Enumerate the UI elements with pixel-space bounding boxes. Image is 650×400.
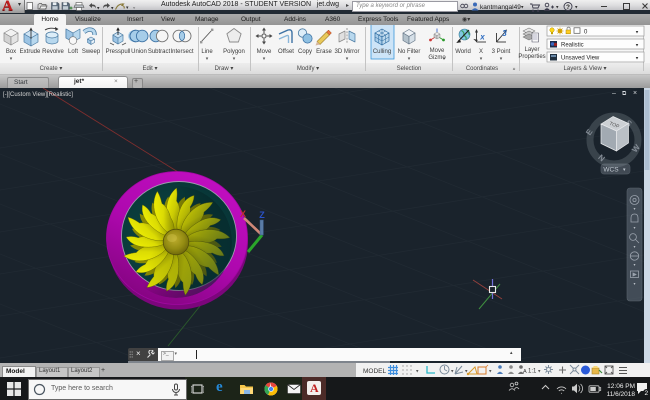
svg-text:▾: ▾	[263, 56, 266, 62]
svg-text:▾: ▾	[633, 244, 635, 249]
svg-text:Edit ▾: Edit ▾	[142, 66, 157, 72]
svg-text:▾: ▾	[346, 56, 349, 62]
svg-text:▾: ▾	[233, 56, 236, 62]
svg-text:12:06 PM: 12:06 PM	[607, 383, 635, 390]
svg-text:Offset: Offset	[278, 49, 294, 55]
svg-text:▾: ▾	[556, 5, 559, 11]
svg-text:Z: Z	[259, 210, 265, 220]
svg-text:▾: ▾	[416, 369, 419, 375]
svg-text:MODEL: MODEL	[363, 368, 387, 375]
svg-text:▾: ▾	[500, 56, 503, 62]
svg-text:A: A	[523, 369, 527, 375]
svg-text:2: 2	[645, 390, 649, 397]
svg-text:Modify ▾: Modify ▾	[297, 66, 319, 72]
svg-text:kantmangal49: kantmangal49	[480, 4, 521, 11]
svg-text:▾: ▾	[633, 206, 635, 211]
svg-text:11/6/2018: 11/6/2018	[607, 391, 636, 398]
svg-text:▾: ▾	[575, 5, 578, 11]
svg-text:Move: Move	[257, 49, 272, 55]
svg-text:Sweep: Sweep	[82, 49, 101, 55]
svg-text:X: X	[240, 209, 246, 219]
svg-text:Draw ▾: Draw ▾	[215, 66, 234, 72]
svg-text:Revolve: Revolve	[42, 49, 64, 55]
svg-text:▾: ▾	[10, 56, 13, 62]
svg-text:Box: Box	[6, 49, 16, 55]
svg-text:World: World	[455, 49, 471, 55]
svg-text:1:1: 1:1	[528, 369, 537, 375]
svg-text:Coordinates: Coordinates	[466, 66, 498, 72]
svg-text:Subtract: Subtract	[148, 49, 171, 55]
svg-text:Copy: Copy	[298, 49, 312, 55]
svg-text:▾: ▾	[633, 262, 635, 267]
svg-text:▾: ▾	[538, 369, 541, 375]
svg-text:WCS: WCS	[603, 167, 619, 174]
svg-text:▾: ▾	[206, 56, 209, 62]
svg-text:Loft: Loft	[68, 49, 78, 55]
svg-text:Layer: Layer	[524, 47, 539, 53]
svg-text:Realistic: Realistic	[561, 43, 584, 49]
svg-text:▾: ▾	[451, 369, 454, 375]
svg-text:Properties: Properties	[518, 54, 545, 60]
svg-text:Culling: Culling	[373, 49, 391, 55]
svg-text:Layers & View ▾: Layers & View ▾	[564, 66, 607, 72]
svg-text:3 Point: 3 Point	[492, 49, 511, 55]
svg-text:x: x	[479, 33, 485, 42]
svg-text:»: »	[513, 67, 516, 73]
svg-text:?: ?	[566, 4, 570, 11]
svg-text:Intersect: Intersect	[170, 49, 193, 55]
svg-text:Polygon: Polygon	[223, 49, 245, 55]
svg-text:X: X	[479, 49, 483, 55]
svg-text:▾: ▾	[489, 369, 492, 375]
svg-text:▾: ▾	[633, 281, 635, 286]
svg-text:Union: Union	[131, 49, 147, 55]
svg-text:No Filter: No Filter	[398, 49, 421, 55]
svg-text:Selection: Selection	[397, 66, 422, 72]
svg-text:▾: ▾	[408, 56, 411, 62]
svg-text:Presspull: Presspull	[106, 49, 131, 55]
svg-text:Extrude: Extrude	[20, 49, 41, 55]
svg-text:▾: ▾	[480, 56, 483, 62]
svg-text:3: 3	[502, 29, 507, 38]
svg-text:Line: Line	[201, 49, 213, 55]
svg-text:3D Mirror: 3D Mirror	[335, 49, 360, 55]
svg-text:▾: ▾	[521, 5, 524, 11]
svg-text:Erase: Erase	[316, 49, 332, 55]
svg-text:Move: Move	[430, 48, 445, 54]
svg-text:▾: ▾	[633, 225, 635, 230]
svg-text:Unsaved View: Unsaved View	[561, 56, 600, 62]
svg-text:Create ▾: Create ▾	[40, 66, 63, 72]
